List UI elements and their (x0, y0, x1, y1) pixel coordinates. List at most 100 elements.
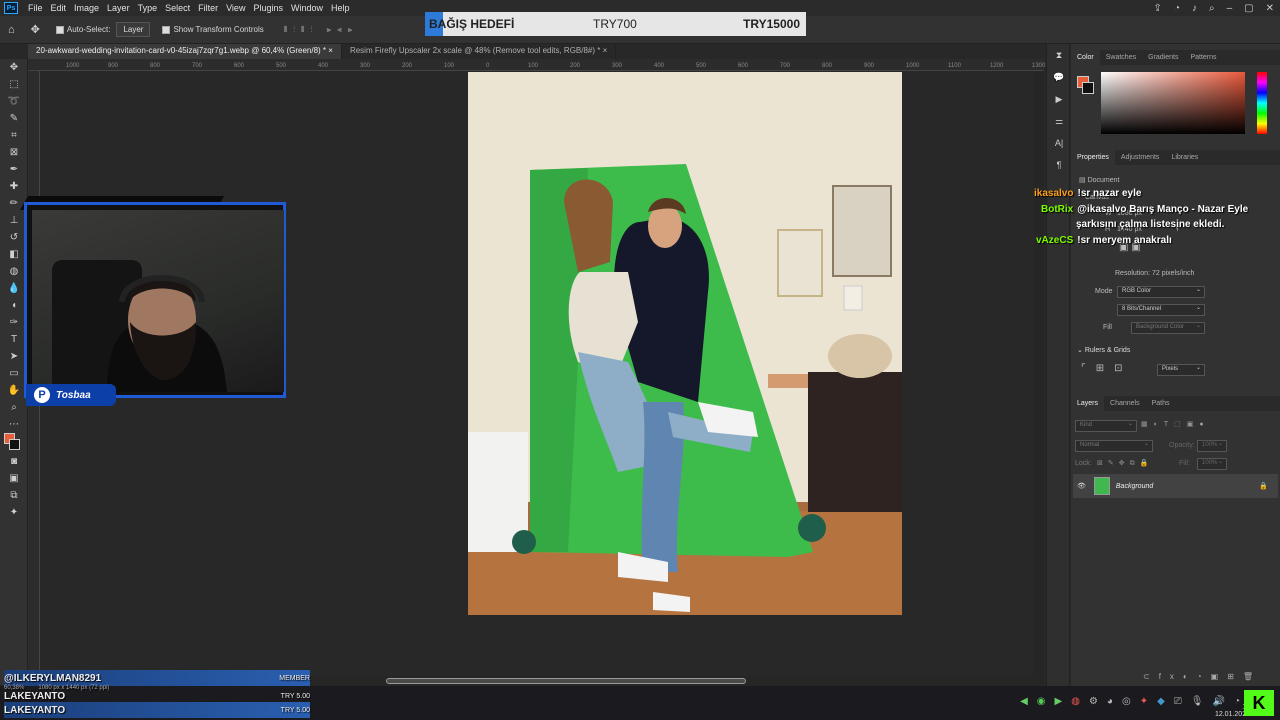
menu-select[interactable]: Select (161, 3, 194, 13)
tab-patterns[interactable]: Patterns (1184, 54, 1222, 61)
app-icon[interactable]: ◍ (1071, 696, 1080, 707)
menu-layer[interactable]: Layer (103, 3, 134, 13)
maximize-icon[interactable]: ▢ (1244, 3, 1253, 14)
fill-dropdown[interactable]: Background Color (1131, 322, 1205, 334)
tab-libraries[interactable]: Libraries (1165, 154, 1204, 161)
tab-paths[interactable]: Paths (1146, 400, 1176, 407)
layer-lock-icon[interactable]: 🔒 (1259, 482, 1268, 490)
mic-icon[interactable]: 🎙 (1191, 696, 1204, 707)
ruler-tick-label: 300 (612, 63, 623, 69)
network-icon[interactable]: ⎚ (1174, 696, 1182, 707)
settings-icon[interactable]: ⚙ (1089, 696, 1098, 707)
quick-mask-icon[interactable]: ◙ (0, 453, 28, 470)
menu-help[interactable]: Help (327, 3, 354, 13)
eyedropper-tool-icon[interactable]: ✒ (0, 161, 28, 178)
healing-tool-icon[interactable]: ✚ (0, 178, 28, 195)
history-icon[interactable]: ⧗ (1047, 44, 1071, 66)
layer-filter-kind[interactable]: Kind (1075, 420, 1137, 432)
tab-channels[interactable]: Channels (1104, 400, 1146, 407)
frame-tool-icon[interactable]: ⊠ (0, 144, 28, 161)
right-panels: Color Swatches Gradients Patterns Proper… (1071, 44, 1280, 686)
chat-message: ikasalvo !sr nazar eyle (1034, 188, 1141, 199)
menu-type[interactable]: Type (134, 3, 162, 13)
hue-slider[interactable] (1257, 72, 1267, 134)
layer-bottom-icons[interactable]: ⊂fx◐◔▣⊞🗑 (1143, 672, 1262, 681)
screen-mode-icon[interactable]: ▣ (0, 470, 28, 487)
document-photo[interactable] (468, 72, 902, 615)
vertical-scrollbar[interactable] (1034, 71, 1044, 676)
layer-select-dropdown[interactable]: Layer (116, 22, 151, 37)
crop-tool-icon[interactable]: ⌗ (0, 127, 28, 144)
tab-document-1[interactable]: 20-awkward-wedding-invitation-card-v0-45… (28, 44, 342, 59)
bit-depth-dropdown[interactable]: 8 Bits/Channel (1117, 304, 1205, 316)
units-dropdown[interactable]: Pixels (1157, 364, 1205, 376)
menu-image[interactable]: Image (70, 3, 103, 13)
paragraph-icon[interactable]: ¶ (1047, 154, 1071, 176)
layer-filter-icons[interactable]: ▦◐T⬚▣● (1141, 420, 1210, 428)
background-color[interactable] (9, 439, 20, 450)
record-icon[interactable]: ◎ (1122, 696, 1131, 707)
window-controls: ⇪ ◔ ♪ ⌕ – ▢ ✕ (1154, 0, 1274, 16)
menu-window[interactable]: Window (287, 3, 327, 13)
play-icon[interactable]: ▶ (1055, 696, 1063, 707)
tab-document-2[interactable]: Resim Firefly Upscaler 2x scale @ 48% (R… (342, 44, 617, 59)
chat-text: !sr meryem anakralı (1077, 235, 1172, 246)
tab-close-icon[interactable]: × (328, 46, 333, 55)
auto-select-checkbox[interactable]: Auto-Select: (55, 25, 110, 34)
properties-tabs: Properties Adjustments Libraries (1071, 150, 1280, 165)
tab-gradients[interactable]: Gradients (1142, 54, 1184, 61)
actions-icon[interactable]: ▶ (1047, 88, 1071, 110)
horizontal-ruler: 1000 900 800 700 600 500 400 300 200 100 0 100 200 30… (28, 59, 1045, 71)
move-tool-icon[interactable]: ✥ (31, 23, 40, 36)
menu-edit[interactable]: Edit (47, 3, 71, 13)
color-swatches[interactable] (0, 433, 28, 453)
menu-view[interactable]: View (222, 3, 249, 13)
marquee-tool-icon[interactable]: ⬚ (0, 76, 28, 93)
visibility-eye-icon[interactable]: 👁 (1077, 482, 1086, 490)
search-icon[interactable]: ⌕ (1209, 3, 1215, 14)
menu-filter[interactable]: Filter (194, 3, 222, 13)
share-icon[interactable]: ⇪ (1154, 3, 1162, 14)
menu-file[interactable]: File (24, 3, 47, 13)
background-swatch[interactable] (1082, 82, 1094, 94)
tray-arrow-icon[interactable]: ◀ (1020, 696, 1028, 707)
minimize-icon[interactable]: – (1227, 3, 1233, 14)
tab-close-icon[interactable]: × (603, 46, 608, 55)
tab-layers[interactable]: Layers (1071, 396, 1105, 411)
bolt-icon[interactable]: ✦ (1140, 696, 1148, 707)
tab-swatches[interactable]: Swatches (1100, 54, 1142, 61)
transform-controls-checkbox[interactable]: Show Transform Controls (162, 25, 264, 34)
discord-icon[interactable]: ◕ (1107, 696, 1113, 707)
home-icon[interactable]: ⌂ (8, 24, 15, 36)
edit-toolbar-icon[interactable]: ⧉ (0, 487, 28, 504)
adjust-icon[interactable]: ⚌ (1047, 110, 1071, 132)
user-icon[interactable]: ◔ (1174, 3, 1180, 14)
whatsapp-icon[interactable]: ◉ (1037, 696, 1046, 707)
move-tool-icon[interactable]: ✥ (0, 59, 28, 76)
bell-icon[interactable]: ♪ (1192, 3, 1197, 14)
align-icons[interactable]: ⫴⫶⫴⫶ ⫸⫷⫸ (284, 25, 358, 35)
opacity-value[interactable]: 100% (1197, 440, 1227, 452)
character-icon[interactable]: A| (1047, 132, 1071, 154)
steam-icon[interactable]: ◆ (1157, 696, 1165, 707)
mode-dropdown[interactable]: RGB Color (1117, 286, 1205, 298)
generative-icon[interactable]: ✦ (0, 504, 28, 521)
close-icon[interactable]: ✕ (1266, 3, 1274, 14)
tab-adjustments[interactable]: Adjustments (1115, 154, 1166, 161)
quick-select-tool-icon[interactable]: ✎ (0, 110, 28, 127)
rulers-grids-heading[interactable]: ⌄ Rulers & Grids (1077, 346, 1130, 354)
tab-color[interactable]: Color (1071, 50, 1100, 65)
blend-mode-dropdown[interactable]: Normal (1075, 440, 1153, 452)
tab-properties[interactable]: Properties (1071, 150, 1115, 165)
ruler-grid-icons[interactable]: ⌜⊞⊡ (1081, 363, 1132, 374)
scroll-thumb[interactable] (386, 678, 746, 684)
layer-background[interactable]: 👁 Background 🔒 (1073, 474, 1278, 498)
color-picker-field[interactable] (1101, 72, 1245, 134)
comments-icon[interactable]: 💬 (1047, 66, 1071, 88)
lasso-tool-icon[interactable]: ➰ (0, 93, 28, 110)
lock-icons[interactable]: ⊠✎✥⧉🔒 (1097, 459, 1153, 468)
menu-plugins[interactable]: Plugins (249, 3, 287, 13)
more-tools-icon[interactable]: ⋯ (0, 416, 28, 433)
tab-label: 20-awkward-wedding-invitation-card-v0-45… (36, 46, 327, 55)
fill-value-2[interactable]: 100% (1197, 458, 1227, 470)
